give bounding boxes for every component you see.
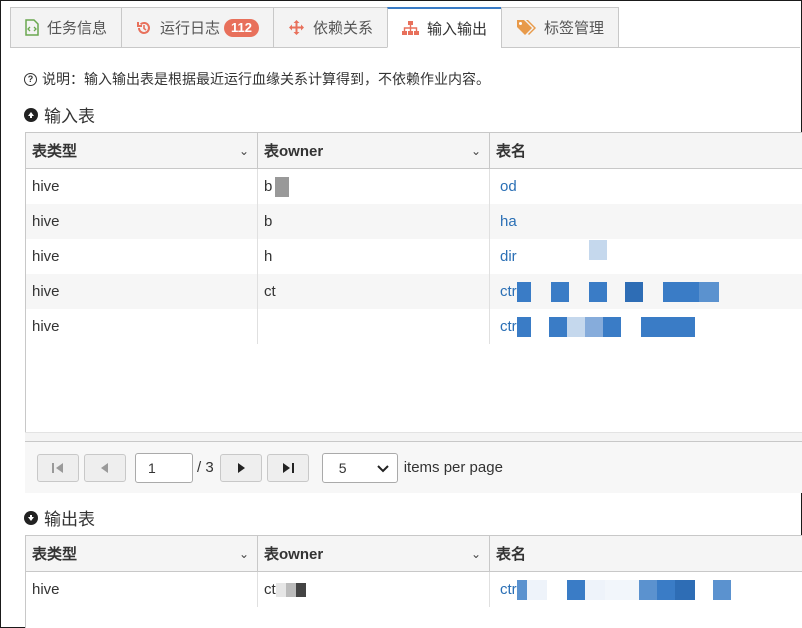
cell-table-name-link[interactable]: od	[490, 169, 802, 204]
table-row[interactable]: hive ct ctr	[26, 274, 802, 309]
next-page-button[interactable]	[219, 453, 262, 482]
tab-label: 依赖关系	[313, 20, 374, 37]
column-header-label: 表owner	[264, 143, 324, 160]
info-note: ? 说明：输入输出表是根据最近运行血缘关系计算得到，不依赖作业内容。	[24, 69, 490, 89]
cell-owner: ct	[258, 274, 490, 309]
table-name-text: ctr	[500, 318, 517, 335]
last-page-button[interactable]	[266, 453, 309, 482]
tags-icon	[516, 19, 537, 36]
page-size-value: 5	[338, 459, 347, 476]
page-total: / 3	[197, 459, 214, 476]
column-header-name[interactable]: 表名	[490, 133, 802, 168]
collapse-up-icon	[24, 107, 38, 122]
tab-bar: 任务信息 运行日志 112 依赖关系 输入输出 标签管理	[10, 7, 620, 48]
tab-tag-management[interactable]: 标签管理	[501, 7, 620, 48]
section-title-text: 输出表	[44, 510, 95, 529]
first-page-button[interactable]	[37, 453, 79, 482]
tab-label: 运行日志	[160, 20, 221, 37]
cell-owner: h	[258, 239, 490, 274]
cell-owner: ct	[258, 572, 490, 607]
cell-type: hive	[26, 274, 258, 309]
page-size-label: items per page	[403, 459, 503, 476]
chevron-down-icon[interactable]: ⌄	[239, 144, 249, 158]
table-row[interactable]: hive ctr	[26, 309, 802, 344]
prev-page-button[interactable]	[84, 453, 126, 482]
move-arrows-icon	[288, 19, 305, 36]
tab-label: 任务信息	[47, 20, 108, 37]
redacted-mosaic	[275, 582, 306, 597]
table-row[interactable]: hive h dir	[26, 239, 802, 274]
tab-input-output[interactable]: 输入输出	[387, 7, 502, 48]
column-header-owner[interactable]: 表owner ⌄	[258, 133, 490, 168]
chevron-down-icon[interactable]: ⌄	[239, 547, 249, 561]
cell-table-name-link[interactable]: ctr	[490, 274, 802, 309]
tab-dependencies[interactable]: 依赖关系	[273, 7, 388, 48]
owner-text: ct	[264, 581, 276, 598]
output-section-title[interactable]: 输出表	[24, 505, 95, 530]
cell-table-name-link[interactable]: ctr	[490, 309, 802, 344]
output-table: 表类型 ⌄ 表owner ⌄ 表名 hive ct ctr	[25, 535, 802, 628]
input-table-pager: 1 / 3 5 items per page	[25, 441, 802, 493]
tab-task-info[interactable]: 任务信息	[10, 7, 122, 48]
question-circle-icon: ?	[24, 72, 37, 86]
page-size-select[interactable]: 5	[321, 452, 398, 483]
cell-owner: b	[258, 169, 490, 204]
column-header-type[interactable]: 表类型 ⌄	[26, 133, 258, 168]
table-empty-area	[26, 344, 802, 428]
cell-table-name-link[interactable]: dir	[490, 239, 802, 274]
column-header-owner[interactable]: 表owner ⌄	[258, 536, 490, 571]
history-icon	[136, 20, 152, 36]
redacted-mosaic	[588, 239, 607, 260]
column-header-type[interactable]: 表类型 ⌄	[26, 536, 258, 571]
tab-label: 标签管理	[544, 20, 605, 37]
cell-type: hive	[26, 169, 258, 204]
table-name-text: od	[500, 178, 517, 195]
column-header-label: 表名	[496, 546, 527, 563]
redacted-mosaic	[516, 579, 731, 600]
section-title-text: 输入表	[44, 107, 95, 126]
collapse-down-icon	[24, 510, 38, 525]
chevron-down-icon	[376, 460, 389, 476]
cell-owner: b	[258, 204, 490, 239]
cell-owner	[258, 309, 490, 344]
input-section-title[interactable]: 输入表	[24, 102, 95, 127]
chevron-down-icon[interactable]: ⌄	[471, 144, 481, 158]
redacted-mosaic	[275, 176, 290, 197]
redacted-mosaic	[516, 316, 695, 337]
cell-table-name-link[interactable]: ctr	[490, 572, 802, 607]
cell-type: hive	[26, 204, 258, 239]
table-header: 表类型 ⌄ 表owner ⌄ 表名	[26, 536, 802, 572]
owner-text: b	[264, 178, 273, 195]
log-count-badge: 112	[224, 18, 260, 37]
table-header: 表类型 ⌄ 表owner ⌄ 表名	[26, 133, 802, 169]
tab-run-log[interactable]: 运行日志 112	[121, 7, 274, 48]
redacted-mosaic	[516, 281, 719, 302]
column-header-label: 表类型	[32, 546, 78, 563]
cell-table-name-link[interactable]: ha	[490, 204, 802, 239]
table-name-text: dir	[500, 248, 517, 265]
tab-label: 输入输出	[427, 20, 488, 38]
column-header-label: 表类型	[32, 143, 78, 160]
table-row[interactable]: hive b od	[26, 169, 802, 204]
cell-type: hive	[26, 239, 258, 274]
table-name-text: ha	[500, 213, 517, 230]
info-note-text: 说明：输入输出表是根据最近运行血缘关系计算得到，不依赖作业内容。	[42, 71, 490, 87]
table-row[interactable]: hive b ha	[26, 204, 802, 239]
table-name-text: ctr	[500, 581, 517, 598]
chevron-down-icon[interactable]: ⌄	[471, 547, 481, 561]
table-row[interactable]: hive ct ctr	[26, 572, 802, 607]
column-header-label: 表owner	[264, 546, 324, 563]
cell-type: hive	[26, 309, 258, 344]
column-header-label: 表名	[496, 143, 527, 160]
column-header-name[interactable]: 表名	[490, 536, 802, 571]
page-number-input[interactable]: 1	[135, 452, 193, 483]
sitemap-icon	[402, 20, 420, 36]
table-name-text: ctr	[500, 283, 517, 300]
cell-type: hive	[26, 572, 258, 607]
file-code-icon	[25, 19, 39, 36]
